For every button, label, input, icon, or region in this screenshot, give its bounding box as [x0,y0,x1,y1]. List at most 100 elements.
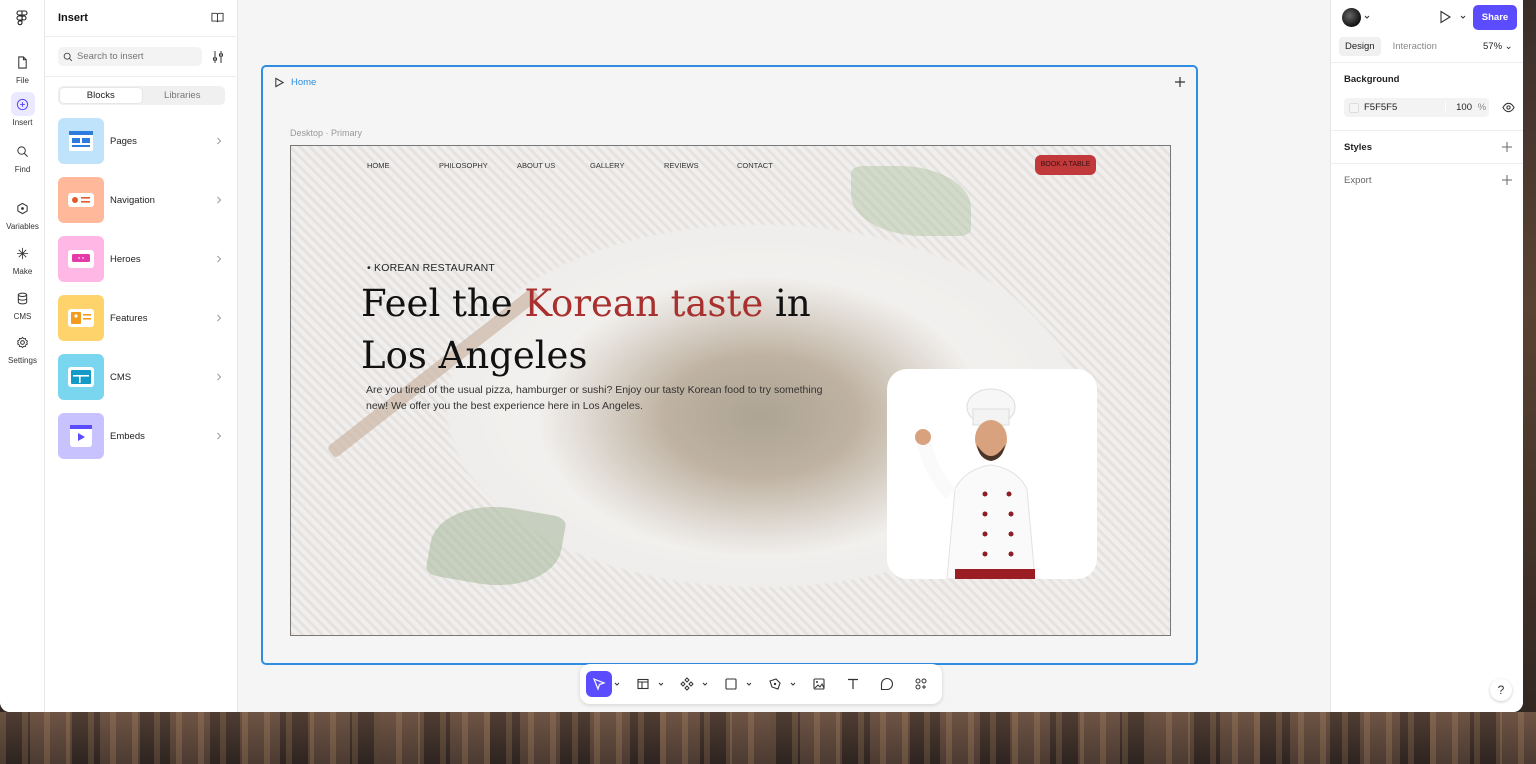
category-label: Embeds [110,430,145,442]
pen-tool-menu[interactable] [788,671,798,697]
frame-title[interactable]: Home [291,77,316,88]
rail-item-file[interactable]: File [0,50,45,85]
comment-icon [880,677,894,691]
insert-panel: Insert Blocks Libraries Pages Navigation [45,0,238,712]
embeds-thumbnail-icon [58,413,104,459]
play-icon[interactable] [274,77,285,88]
chevron-right-icon [217,314,222,322]
rail-item-label: Insert [12,118,33,127]
filter-icon[interactable] [211,50,225,64]
desktop-background [0,712,1536,764]
site-nav-link[interactable]: PHILOSOPHY [439,161,488,170]
site-nav-link[interactable]: REVIEWS [664,161,699,170]
headline-text: Feel the [361,282,525,325]
add-style-icon[interactable] [1502,142,1512,152]
site-nav-link[interactable]: ABOUT US [517,161,555,170]
site-preview[interactable]: HOME PHILOSOPHY ABOUT US GALLERY REVIEWS… [290,145,1171,636]
rectangle-icon [725,678,737,690]
file-icon [18,55,27,69]
select-tool-menu[interactable] [612,671,622,697]
help-button[interactable]: ? [1490,679,1512,701]
book-icon[interactable] [211,11,224,24]
background-section-title: Background [1344,74,1400,85]
chevron-right-icon [217,432,222,440]
category-heroes[interactable]: Heroes [58,236,225,282]
chef-image[interactable] [887,369,1097,579]
comment-tool-button[interactable] [874,671,900,697]
frame-tool-button[interactable] [630,671,656,697]
rail-item-make[interactable]: Make [0,241,45,276]
chevron-right-icon [217,137,222,145]
app-logo-icon[interactable] [15,10,29,26]
search-box[interactable] [58,47,202,66]
image-tool-button[interactable] [806,671,832,697]
tab-libraries[interactable]: Libraries [142,88,224,103]
gear-icon [16,336,29,348]
category-features[interactable]: Features [58,295,225,341]
site-nav-link[interactable]: HOME [367,161,390,170]
category-label: CMS [110,371,132,383]
component-tool-menu[interactable] [700,671,710,697]
background-hex-value[interactable]: F5F5F5 [1364,102,1445,113]
rail-item-variables[interactable]: Variables [0,196,45,231]
chef-illustration [915,388,1036,579]
rail-item-insert[interactable]: Insert [0,92,45,127]
component-tool-button[interactable] [674,671,700,697]
features-thumbnail-icon [58,295,104,341]
zoom-level[interactable]: 57% ⌄ [1483,41,1513,52]
pen-tool-button[interactable] [762,671,788,697]
rail-item-cms[interactable]: CMS [0,286,45,321]
category-pages[interactable]: Pages [58,118,225,164]
share-button[interactable]: Share [1473,5,1517,30]
database-icon [17,292,28,304]
eye-icon[interactable] [1502,102,1515,113]
hero-description: Are you tired of the usual pizza, hambur… [366,384,823,412]
plugins-tool-button[interactable] [908,671,934,697]
variables-icon [17,202,28,214]
divider [1331,163,1523,164]
site-nav-link[interactable]: CONTACT [737,161,773,170]
chevron-right-icon [217,255,222,263]
shape-tool-button[interactable] [718,671,744,697]
rail-item-label: File [16,76,29,85]
category-label: Navigation [110,194,155,206]
search-input[interactable] [77,51,195,62]
color-swatch[interactable] [1349,102,1359,113]
category-navigation[interactable]: Navigation [58,177,225,223]
rail-item-find[interactable]: Find [0,139,45,174]
shape-tool-menu[interactable] [744,671,754,697]
frame-tool-menu[interactable] [656,671,666,697]
chevron-down-icon[interactable] [1460,14,1466,20]
percent-symbol: % [1477,102,1487,113]
apps-plus-icon [915,678,927,690]
search-icon [63,52,73,61]
panel-tabs: Design Interaction [1339,37,1449,56]
chevron-down-icon[interactable] [1364,14,1370,20]
divider [1331,130,1523,131]
text-tool-button[interactable] [840,671,866,697]
breakpoint-label[interactable]: Desktop · Primary [290,128,362,138]
tab-interaction[interactable]: Interaction [1387,37,1443,56]
add-breakpoint-icon[interactable] [1174,76,1186,88]
divider [45,36,238,37]
background-opacity-value[interactable]: 100 [1445,102,1475,113]
rail-item-label: Settings [8,356,37,365]
add-export-icon[interactable] [1502,175,1512,185]
tab-blocks[interactable]: Blocks [60,88,142,103]
canvas[interactable]: Home Desktop · Primary HOME PHILOSOPHY A… [238,0,1330,712]
rail-item-label: CMS [13,312,32,321]
select-tool-button[interactable] [586,671,612,697]
pen-icon [769,678,781,690]
book-table-button[interactable]: BOOK A TABLE [1035,155,1096,175]
rail-item-settings[interactable]: Settings [0,330,45,365]
preview-play-icon[interactable] [1438,10,1452,24]
category-embeds[interactable]: Embeds [58,413,225,459]
site-nav-link[interactable]: GALLERY [590,161,624,170]
tab-design[interactable]: Design [1339,37,1381,56]
background-color-field[interactable]: F5F5F5 100 % [1344,98,1489,117]
avatar[interactable] [1342,8,1361,27]
chevron-down-icon [614,682,620,686]
insert-icon [16,98,29,110]
page-frame[interactable]: Home Desktop · Primary HOME PHILOSOPHY A… [261,65,1198,665]
category-cms[interactable]: CMS [58,354,225,400]
